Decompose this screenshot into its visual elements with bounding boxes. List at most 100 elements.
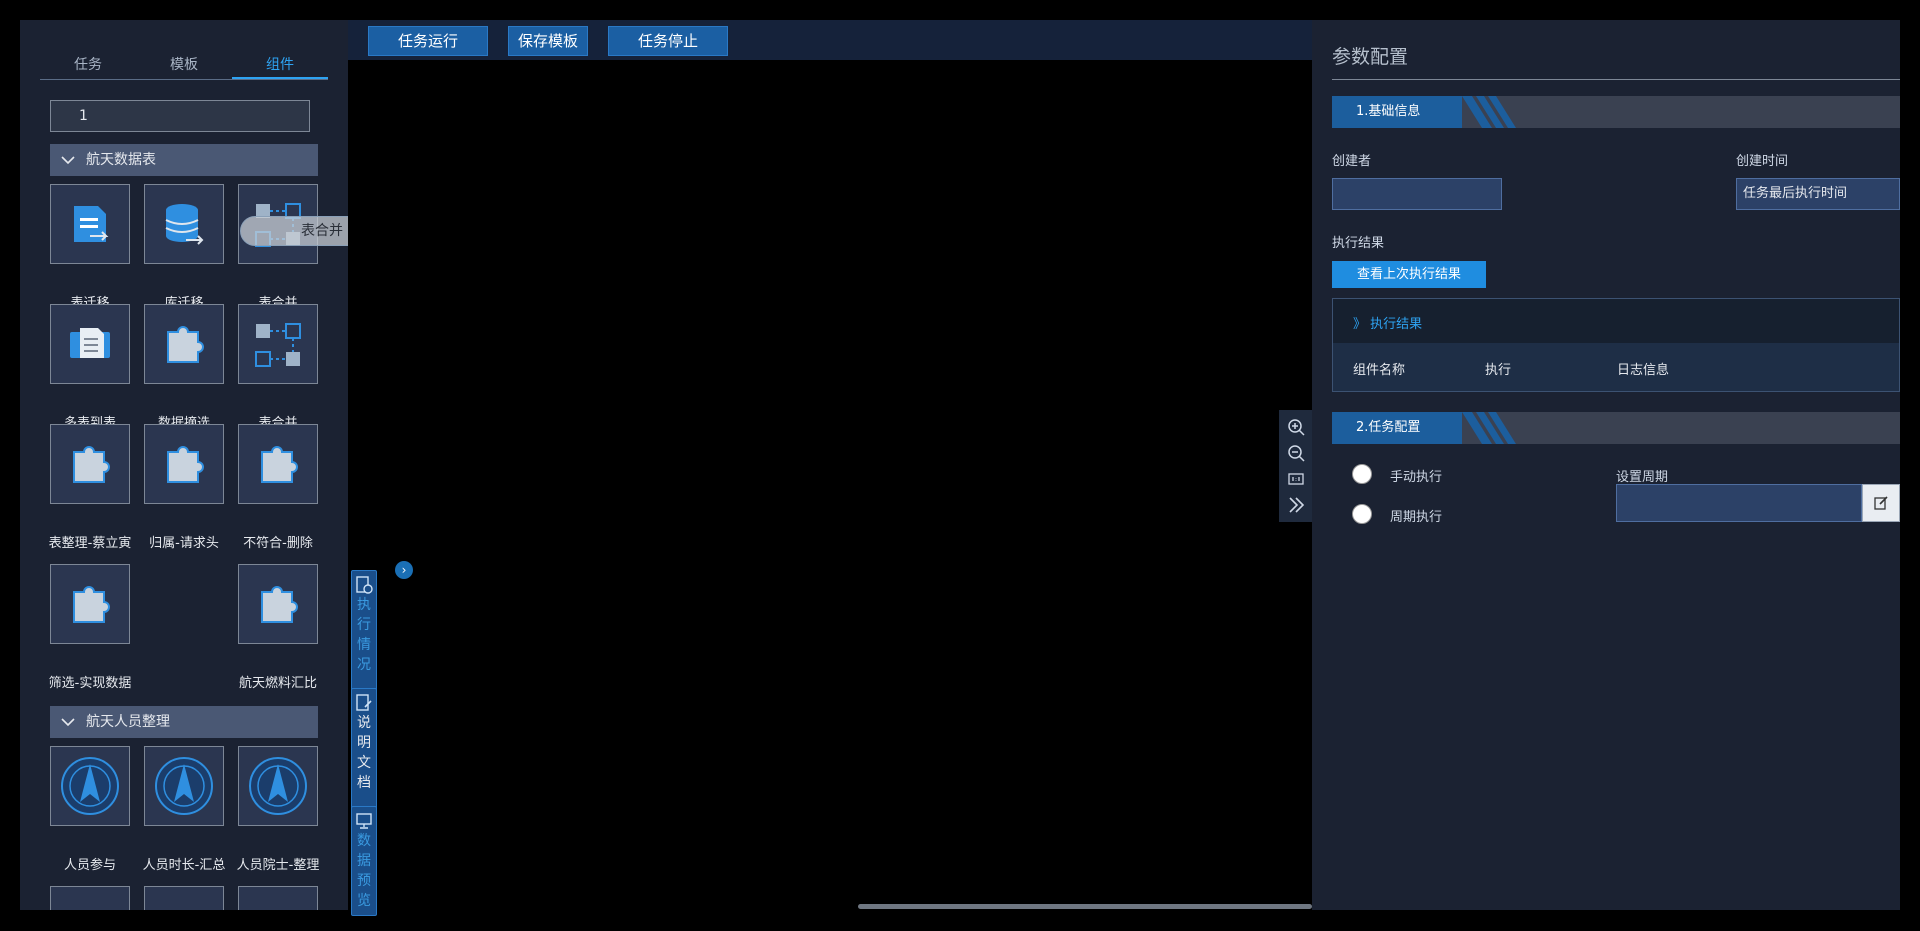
component-label: 归属-请求头 [149,536,219,551]
side-tab-char: 情 [357,637,371,653]
component-tile[interactable] [50,184,130,264]
double-chevron-right-icon[interactable] [1286,495,1306,515]
component-tile[interactable] [238,424,318,504]
column-header: 执行 [1485,363,1512,378]
horizontal-scrollbar[interactable] [858,904,1312,909]
edit-period-button[interactable] [1862,484,1900,522]
zoom-out-icon[interactable] [1286,443,1306,463]
created-time-input[interactable]: 任务最后执行时间 [1736,178,1900,210]
panel-tabs: 任务 模板 组件 [40,50,328,80]
casc-logo-icon [61,757,119,815]
component-label: 人员参与 [63,858,116,873]
group-title: 航天数据表 [86,152,156,168]
component-tile[interactable] [238,564,318,644]
side-tab-char: 执 [357,597,371,613]
tab-component[interactable]: 组件 [232,50,328,79]
component-tile[interactable] [50,746,130,826]
exec-result-label: 执行结果 [1332,236,1385,251]
side-tab-char: 文 [357,755,371,771]
period-input[interactable] [1616,484,1862,522]
tab-task[interactable]: 任务 [40,50,136,79]
chevron-down-icon [61,718,75,727]
side-tab-char: 数 [357,833,371,849]
component-tile[interactable] [144,746,224,826]
group-header-aerospace-tables[interactable]: 航天数据表 [50,144,318,176]
puzzle-icon [261,446,298,483]
table-migrate-icon [74,206,109,242]
section-task-config: 2.任务配置 [1332,412,1900,444]
zoom-controls [1279,410,1312,522]
save-template-button[interactable]: 保存模板 [508,26,588,56]
monitor-icon [356,813,372,829]
created-time-label: 创建时间 [1736,154,1789,169]
creator-label: 创建者 [1332,154,1372,169]
puzzle-icon [73,586,110,623]
manual-exec-radio[interactable] [1352,464,1372,484]
periodic-exec-radio[interactable] [1352,504,1372,524]
puzzle-icon [167,326,204,363]
creator-input[interactable] [1332,178,1502,210]
component-tile[interactable] [50,424,130,504]
zoom-in-icon[interactable] [1286,417,1306,437]
column-header: 组件名称 [1353,363,1406,378]
stop-task-button[interactable]: 任务停止 [608,26,728,56]
column-header: 日志信息 [1617,363,1670,378]
section-title: 1.基础信息 [1332,96,1462,128]
side-tab-char: 说 [357,715,371,731]
parameter-panel: 参数配置 1.基础信息 创建者 创建时间 任务最后执行时间 执行结果 查看上次执… [1312,20,1900,910]
manual-exec-label: 手动执行 [1390,470,1443,485]
period-label: 设置周期 [1616,470,1669,485]
search-input[interactable]: 1 [50,100,310,132]
side-tab-char: 行 [357,617,371,633]
casc-logo-icon [249,757,307,815]
view-last-result-button[interactable]: 查看上次执行结果 [1332,261,1486,288]
side-tab-char: 据 [357,853,371,869]
result-box-title: 》 执行结果 [1353,317,1423,332]
component-label: 表整理-蔡立寅 [48,536,132,551]
panel-title: 参数配置 [1332,42,1900,80]
run-task-button[interactable]: 任务运行 [368,26,488,56]
tab-template[interactable]: 模板 [136,50,232,79]
side-tab-execution-status[interactable]: 执 行 情 况 [351,570,377,701]
section-title: 2.任务配置 [1332,412,1462,444]
component-label: 人员时长-汇总 [142,858,226,873]
component-tile[interactable] [50,886,130,910]
side-tab-data-preview[interactable]: 数 据 预 览 [351,806,377,916]
group-title: 航天人员整理 [86,714,170,730]
stripes-decoration-icon [1462,412,1516,444]
component-tile[interactable] [144,886,224,910]
document-clock-icon [356,576,373,594]
component-label: 航天燃料汇比 [238,676,317,691]
component-tile[interactable] [238,886,318,910]
periodic-exec-label: 周期执行 [1390,510,1443,525]
multi-table-icon [70,328,110,358]
side-tab-char: 览 [357,893,371,909]
component-tile[interactable] [238,304,318,384]
component-tile[interactable] [238,746,318,826]
actual-size-icon[interactable] [1286,469,1306,489]
component-tile[interactable] [50,304,130,384]
group-header-aerospace-people[interactable]: 航天人员整理 [50,706,318,738]
chevron-down-icon [61,156,75,165]
component-tile[interactable] [144,304,224,384]
edit-icon [1874,496,1888,510]
workflow-canvas[interactable] [348,60,1312,910]
document-edit-icon [356,694,372,711]
side-tab-documentation[interactable]: 说 明 文 档 [351,688,377,819]
table-merge-icon [255,323,301,367]
puzzle-icon [73,446,110,483]
section-basic-info: 1.基础信息 [1332,96,1900,128]
component-label: 人员院士-整理 [236,858,320,873]
result-table-header: 组件名称 执行 日志信息 [1333,343,1899,391]
expand-panel-button[interactable]: › [395,561,413,579]
component-label: 筛选-实现数据 [48,676,132,691]
component-label: 不符合-删除 [243,536,313,551]
component-tile[interactable] [144,184,224,264]
side-tab-char: 明 [357,735,371,751]
stripes-decoration-icon [1462,96,1516,128]
component-tile[interactable] [50,564,130,644]
result-box: 》 执行结果 组件名称 执行 日志信息 [1332,298,1900,392]
app-window: 任务 模板 组件 1 航天数据表 表迁移 库迁移 表合并 [20,20,1900,916]
database-migrate-icon [165,204,204,245]
component-tile[interactable] [144,424,224,504]
